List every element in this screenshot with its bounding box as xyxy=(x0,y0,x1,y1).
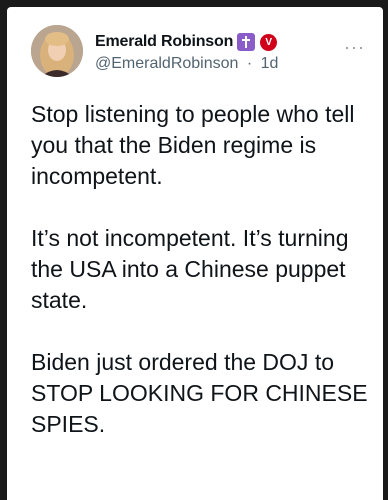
tweet-text: Stop listening to people who tell you th… xyxy=(31,99,371,471)
tweet-card[interactable]: Emerald Robinson V @EmeraldRobinson · 1d… xyxy=(7,7,383,500)
author-name-row: Emerald Robinson V xyxy=(95,31,278,53)
tweet-timestamp[interactable]: 1d xyxy=(261,55,279,72)
cross-badge-icon xyxy=(237,33,256,51)
avatar-image xyxy=(31,25,83,77)
tweet-header: Emerald Robinson V @EmeraldRobinson · 1d… xyxy=(7,7,383,87)
handle-row: @EmeraldRobinson · 1d xyxy=(95,55,278,73)
screenshot-frame: Emerald Robinson V @EmeraldRobinson · 1d… xyxy=(0,0,388,500)
meta-separator: · xyxy=(246,55,253,72)
more-options-icon[interactable]: ··· xyxy=(344,37,365,58)
tweet-paragraph: Biden just ordered the DOJ to STOP LOOKI… xyxy=(31,349,368,437)
tweet-paragraph: It’s not incompetent. It’s turning the U… xyxy=(31,225,349,313)
verified-badge-icon: V xyxy=(260,33,278,51)
tweet-paragraph: Stop listening to people who tell you th… xyxy=(31,101,355,189)
avatar[interactable] xyxy=(31,25,83,77)
author-handle[interactable]: @EmeraldRobinson xyxy=(95,55,238,72)
author-name[interactable]: Emerald Robinson xyxy=(95,33,233,51)
